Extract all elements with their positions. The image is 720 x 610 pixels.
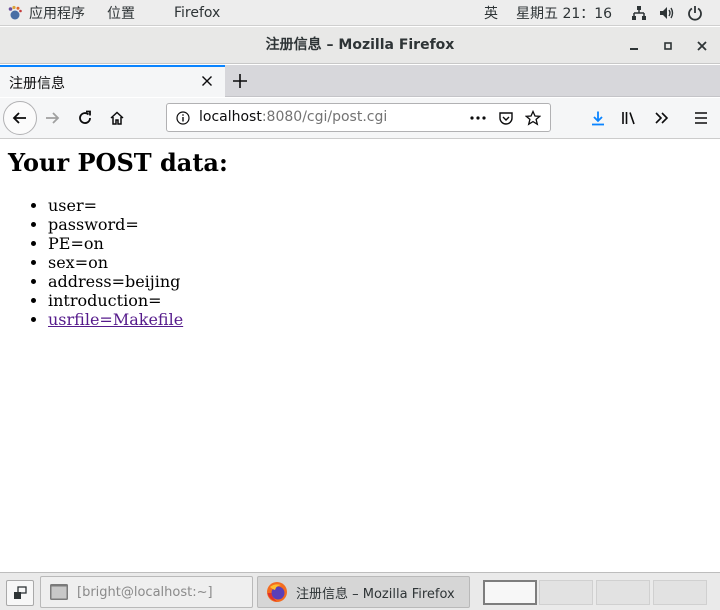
library-icon (622, 112, 635, 125)
input-method-label: 英 (484, 5, 498, 22)
overflow-menu-button[interactable] (652, 108, 672, 128)
window-title: 注册信息 – Mozilla Firefox (265, 37, 455, 53)
workspace-4[interactable] (653, 580, 707, 605)
tab-close-button[interactable] (199, 73, 215, 89)
reload-icon (79, 110, 91, 124)
clock[interactable]: 星期五 21：16 (516, 0, 612, 26)
page-actions-button[interactable] (469, 110, 487, 130)
places-label: 位置 (107, 5, 135, 22)
applications-label: 应用程序 (29, 5, 85, 22)
arrow-left-icon (12, 112, 26, 124)
workspace-2[interactable] (539, 580, 593, 605)
downloads-button[interactable] (588, 108, 608, 128)
url-bar[interactable]: localhost:8080/cgi/post.cgi (166, 103, 551, 132)
task-label: [bright@localhost:~] (77, 584, 213, 600)
back-button[interactable] (3, 101, 37, 135)
site-info-icon[interactable] (176, 111, 190, 129)
system-status-area[interactable] (631, 0, 703, 26)
page-heading: Your POST data: (8, 148, 228, 177)
gnome-foot-icon (8, 5, 22, 19)
forward-button[interactable] (42, 108, 62, 128)
input-method-indicator[interactable]: 英 (484, 0, 498, 26)
reload-button[interactable] (75, 108, 95, 128)
bookmark-star-button[interactable] (524, 109, 542, 130)
task-label: 注册信息 – Mozilla Firefox (296, 586, 455, 602)
network-icon (631, 5, 647, 21)
list-item: address=beijing (48, 272, 183, 291)
star-icon (524, 109, 542, 126)
pocket-button[interactable] (498, 110, 514, 130)
applications-menu[interactable]: 应用程序 (0, 0, 85, 26)
library-button[interactable] (620, 108, 640, 128)
url-path: :8080/cgi/post.cgi (261, 109, 388, 125)
show-desktop-button[interactable] (6, 580, 34, 606)
minimize-button[interactable] (624, 36, 644, 56)
window-titlebar[interactable]: 注册信息 – Mozilla Firefox (0, 27, 720, 64)
url-text[interactable]: localhost:8080/cgi/post.cgi (199, 109, 387, 125)
list-item: password= (48, 215, 183, 234)
hamburger-icon (695, 112, 707, 124)
places-menu[interactable]: 位置 (107, 0, 135, 26)
url-host: localhost (199, 109, 262, 125)
list-item: usrfile=Makefile (48, 310, 183, 329)
plus-icon (233, 74, 247, 88)
volume-icon (659, 5, 675, 21)
ellipsis-icon (470, 116, 486, 120)
double-chevron-right-icon (655, 112, 669, 124)
show-desktop-icon (14, 586, 27, 599)
taskbar-terminal-window[interactable]: [bright@localhost:~] (40, 576, 253, 608)
arrow-right-icon (46, 112, 60, 124)
tab-strip: 注册信息 (0, 65, 720, 97)
list-item: introduction= (48, 291, 183, 310)
download-icon (592, 111, 604, 126)
page-content: Your POST data: user= password= PE=on se… (0, 140, 720, 572)
close-window-button[interactable] (692, 36, 712, 56)
terminal-icon (50, 584, 68, 600)
clock-label: 星期五 21：16 (516, 5, 613, 22)
app-name-label: Firefox (174, 4, 221, 21)
usrfile-link[interactable]: usrfile=Makefile (48, 310, 183, 329)
home-button[interactable] (107, 108, 127, 128)
gnome-top-bar: 应用程序 位置 Firefox 英 星期五 21：16 (0, 0, 720, 26)
window-list-bar: [bright@localhost:~] 注册信息 – Mozilla Fire… (0, 572, 720, 610)
maximize-icon (664, 42, 672, 50)
list-item: PE=on (48, 234, 183, 253)
tab-active[interactable]: 注册信息 (0, 65, 225, 97)
post-data-list: user= password= PE=on sex=on address=bei… (48, 196, 183, 329)
pocket-icon (499, 112, 513, 125)
maximize-button[interactable] (658, 36, 678, 56)
new-tab-button[interactable] (230, 71, 250, 91)
list-item: user= (48, 196, 183, 215)
home-icon (110, 111, 124, 125)
power-icon (687, 5, 703, 21)
taskbar-firefox-window[interactable]: 注册信息 – Mozilla Firefox (257, 576, 470, 608)
navigation-toolbar: localhost:8080/cgi/post.cgi (0, 98, 720, 139)
app-menu[interactable]: Firefox (174, 0, 220, 26)
firefox-icon (267, 582, 287, 602)
hamburger-menu-button[interactable] (691, 108, 711, 128)
close-icon (697, 41, 707, 51)
tab-label: 注册信息 (9, 76, 65, 92)
workspace-1[interactable] (483, 580, 537, 605)
workspace-3[interactable] (596, 580, 650, 605)
list-item: sex=on (48, 253, 183, 272)
close-icon (202, 76, 212, 86)
minimize-icon (630, 48, 638, 50)
